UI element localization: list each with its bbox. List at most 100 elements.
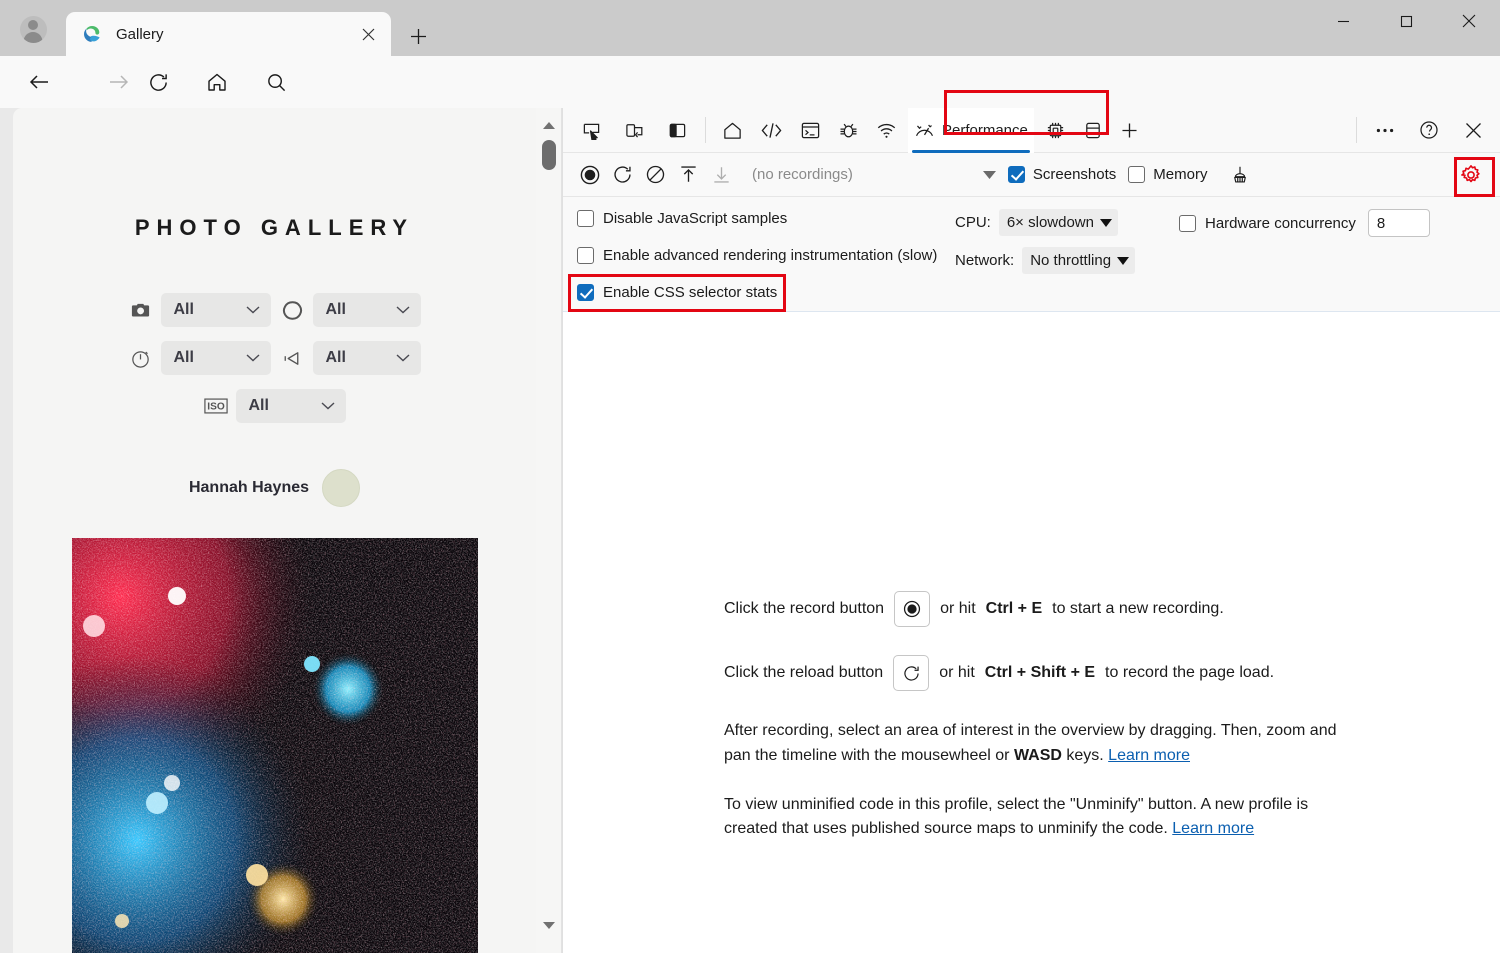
- checkbox-indicator[interactable]: [1008, 166, 1025, 183]
- home-icon[interactable]: [198, 63, 236, 101]
- aperture-select[interactable]: All: [313, 293, 421, 327]
- overview-paragraph: After recording, select an area of inter…: [724, 719, 1344, 769]
- tab-performance-label: Performance: [942, 122, 1028, 139]
- chevron-down-icon[interactable]: [983, 171, 996, 179]
- enable-css-selector-stats-checkbox[interactable]: Enable CSS selector stats: [577, 284, 777, 301]
- shutter-speed-select[interactable]: All: [161, 341, 271, 375]
- svg-text:ISO: ISO: [207, 402, 225, 413]
- network-throttling-dropdown[interactable]: No throttling: [1022, 247, 1135, 274]
- record-icon[interactable]: [894, 591, 930, 627]
- divider: [1356, 117, 1357, 143]
- checkbox-indicator[interactable]: [577, 210, 594, 227]
- tab-sources[interactable]: [832, 108, 865, 153]
- iso-select[interactable]: All: [236, 389, 346, 423]
- overview-paragraph-b: keys.: [1062, 747, 1108, 764]
- advanced-rendering-instrumentation-label: Enable advanced rendering instrumentatio…: [603, 247, 937, 264]
- tab-performance[interactable]: Performance: [908, 108, 1034, 153]
- filter-aperture: All: [281, 293, 421, 327]
- record-shortcut-keys: Ctrl + E: [986, 597, 1042, 622]
- tab-application[interactable]: [1077, 108, 1109, 153]
- reload-instruction: Click the reload button or hit Ctrl + Sh…: [724, 655, 1344, 691]
- gear-icon[interactable]: [1454, 158, 1487, 191]
- hardware-concurrency-input[interactable]: 8: [1368, 209, 1430, 237]
- search-icon[interactable]: [257, 63, 295, 101]
- checkbox-indicator[interactable]: [1128, 166, 1145, 183]
- cpu-throttling-control: CPU: 6× slowdown: [955, 209, 1118, 236]
- tab-welcome[interactable]: [716, 108, 749, 153]
- reload-record-icon[interactable]: [893, 655, 929, 691]
- device-emulation-icon[interactable]: [616, 112, 652, 148]
- close-icon[interactable]: [353, 19, 383, 49]
- disable-javascript-samples-checkbox[interactable]: Disable JavaScript samples: [577, 210, 787, 227]
- inspect-element-icon[interactable]: [573, 112, 609, 148]
- window-minimize-button[interactable]: [1320, 0, 1366, 42]
- aperture-icon: [281, 298, 305, 322]
- advanced-rendering-instrumentation-checkbox[interactable]: Enable advanced rendering instrumentatio…: [577, 247, 937, 264]
- filter-camera: All: [129, 293, 271, 327]
- page-scrollbar[interactable]: [536, 108, 562, 953]
- cpu-throttling-dropdown[interactable]: 6× slowdown: [999, 209, 1118, 236]
- record-icon[interactable]: [573, 158, 606, 191]
- reload-instruction-mid: or hit: [939, 661, 975, 686]
- profile-avatar-button[interactable]: [12, 10, 54, 48]
- caret-down-icon: [1117, 257, 1129, 265]
- new-tab-button[interactable]: [400, 20, 436, 52]
- learn-more-link[interactable]: Learn more: [1172, 820, 1254, 837]
- title-bar: Gallery: [0, 0, 1500, 56]
- filter-exposure: All: [281, 341, 421, 375]
- tab-console[interactable]: [794, 108, 827, 153]
- devtools-close-icon[interactable]: [1455, 112, 1491, 148]
- performance-landing-pane: Click the record button or hit Ctrl + E …: [563, 313, 1500, 953]
- hardware-concurrency-checkbox[interactable]: Hardware concurrency: [1179, 215, 1356, 232]
- record-instruction-post: to start a new recording.: [1052, 597, 1224, 622]
- landing-text: Click the record button or hit Ctrl + E …: [724, 591, 1344, 866]
- network-throttling-value: No throttling: [1030, 252, 1111, 269]
- tab-network[interactable]: [870, 108, 903, 153]
- chevron-down-icon: [246, 306, 260, 315]
- checkbox-indicator[interactable]: [577, 284, 594, 301]
- dock-side-icon[interactable]: [659, 112, 695, 148]
- window-maximize-button[interactable]: [1383, 0, 1429, 42]
- broom-icon[interactable]: [1223, 158, 1256, 191]
- aperture-select-value: All: [326, 301, 346, 319]
- help-icon[interactable]: [1411, 112, 1447, 148]
- gallery-photo[interactable]: [72, 538, 478, 953]
- devtools-more-icon[interactable]: [1367, 112, 1403, 148]
- checkbox-indicator[interactable]: [1179, 215, 1196, 232]
- browser-tab[interactable]: Gallery: [66, 12, 391, 56]
- camera-select[interactable]: All: [161, 293, 271, 327]
- cpu-label: CPU:: [955, 214, 991, 231]
- filter-shutter-speed: All: [129, 341, 271, 375]
- memory-checkbox[interactable]: Memory: [1128, 166, 1207, 183]
- avatar: [20, 16, 47, 43]
- scroll-up-arrow-icon[interactable]: [536, 112, 562, 138]
- filter-iso: ISO All: [204, 389, 346, 423]
- forward-arrow-icon[interactable]: [100, 63, 138, 101]
- screenshots-checkbox[interactable]: Screenshots: [1008, 166, 1116, 183]
- scrollbar-thumb[interactable]: [542, 140, 556, 170]
- chevron-down-icon: [396, 354, 410, 363]
- photographer-credit: Hannah Haynes: [13, 469, 536, 507]
- scroll-down-arrow-icon[interactable]: [536, 912, 562, 938]
- reload-record-icon[interactable]: [606, 158, 639, 191]
- network-throttling-control: Network: No throttling: [955, 247, 1135, 274]
- clear-icon[interactable]: [639, 158, 672, 191]
- tab-elements[interactable]: [754, 108, 789, 153]
- save-profile-icon[interactable]: [705, 158, 738, 191]
- unminify-paragraph: To view unminified code in this profile,…: [724, 793, 1344, 843]
- tab-memory[interactable]: [1039, 108, 1072, 153]
- tab-more-tools[interactable]: [1114, 108, 1145, 153]
- reload-icon[interactable]: [139, 63, 177, 101]
- exposure-select[interactable]: All: [313, 341, 421, 375]
- navigation-toolbar: microsoftedge.github.io/Demos/photo-gall…: [0, 56, 1500, 108]
- edge-logo-icon: [82, 24, 102, 44]
- window-close-button[interactable]: [1446, 0, 1492, 42]
- back-arrow-icon[interactable]: [20, 63, 58, 101]
- checkbox-indicator[interactable]: [577, 247, 594, 264]
- load-profile-icon[interactable]: [672, 158, 705, 191]
- enable-css-selector-stats-label: Enable CSS selector stats: [603, 284, 777, 301]
- divider: [705, 117, 706, 143]
- iso-select-value: All: [249, 397, 269, 415]
- learn-more-link[interactable]: Learn more: [1108, 747, 1190, 764]
- filter-row: ISO All: [13, 389, 536, 423]
